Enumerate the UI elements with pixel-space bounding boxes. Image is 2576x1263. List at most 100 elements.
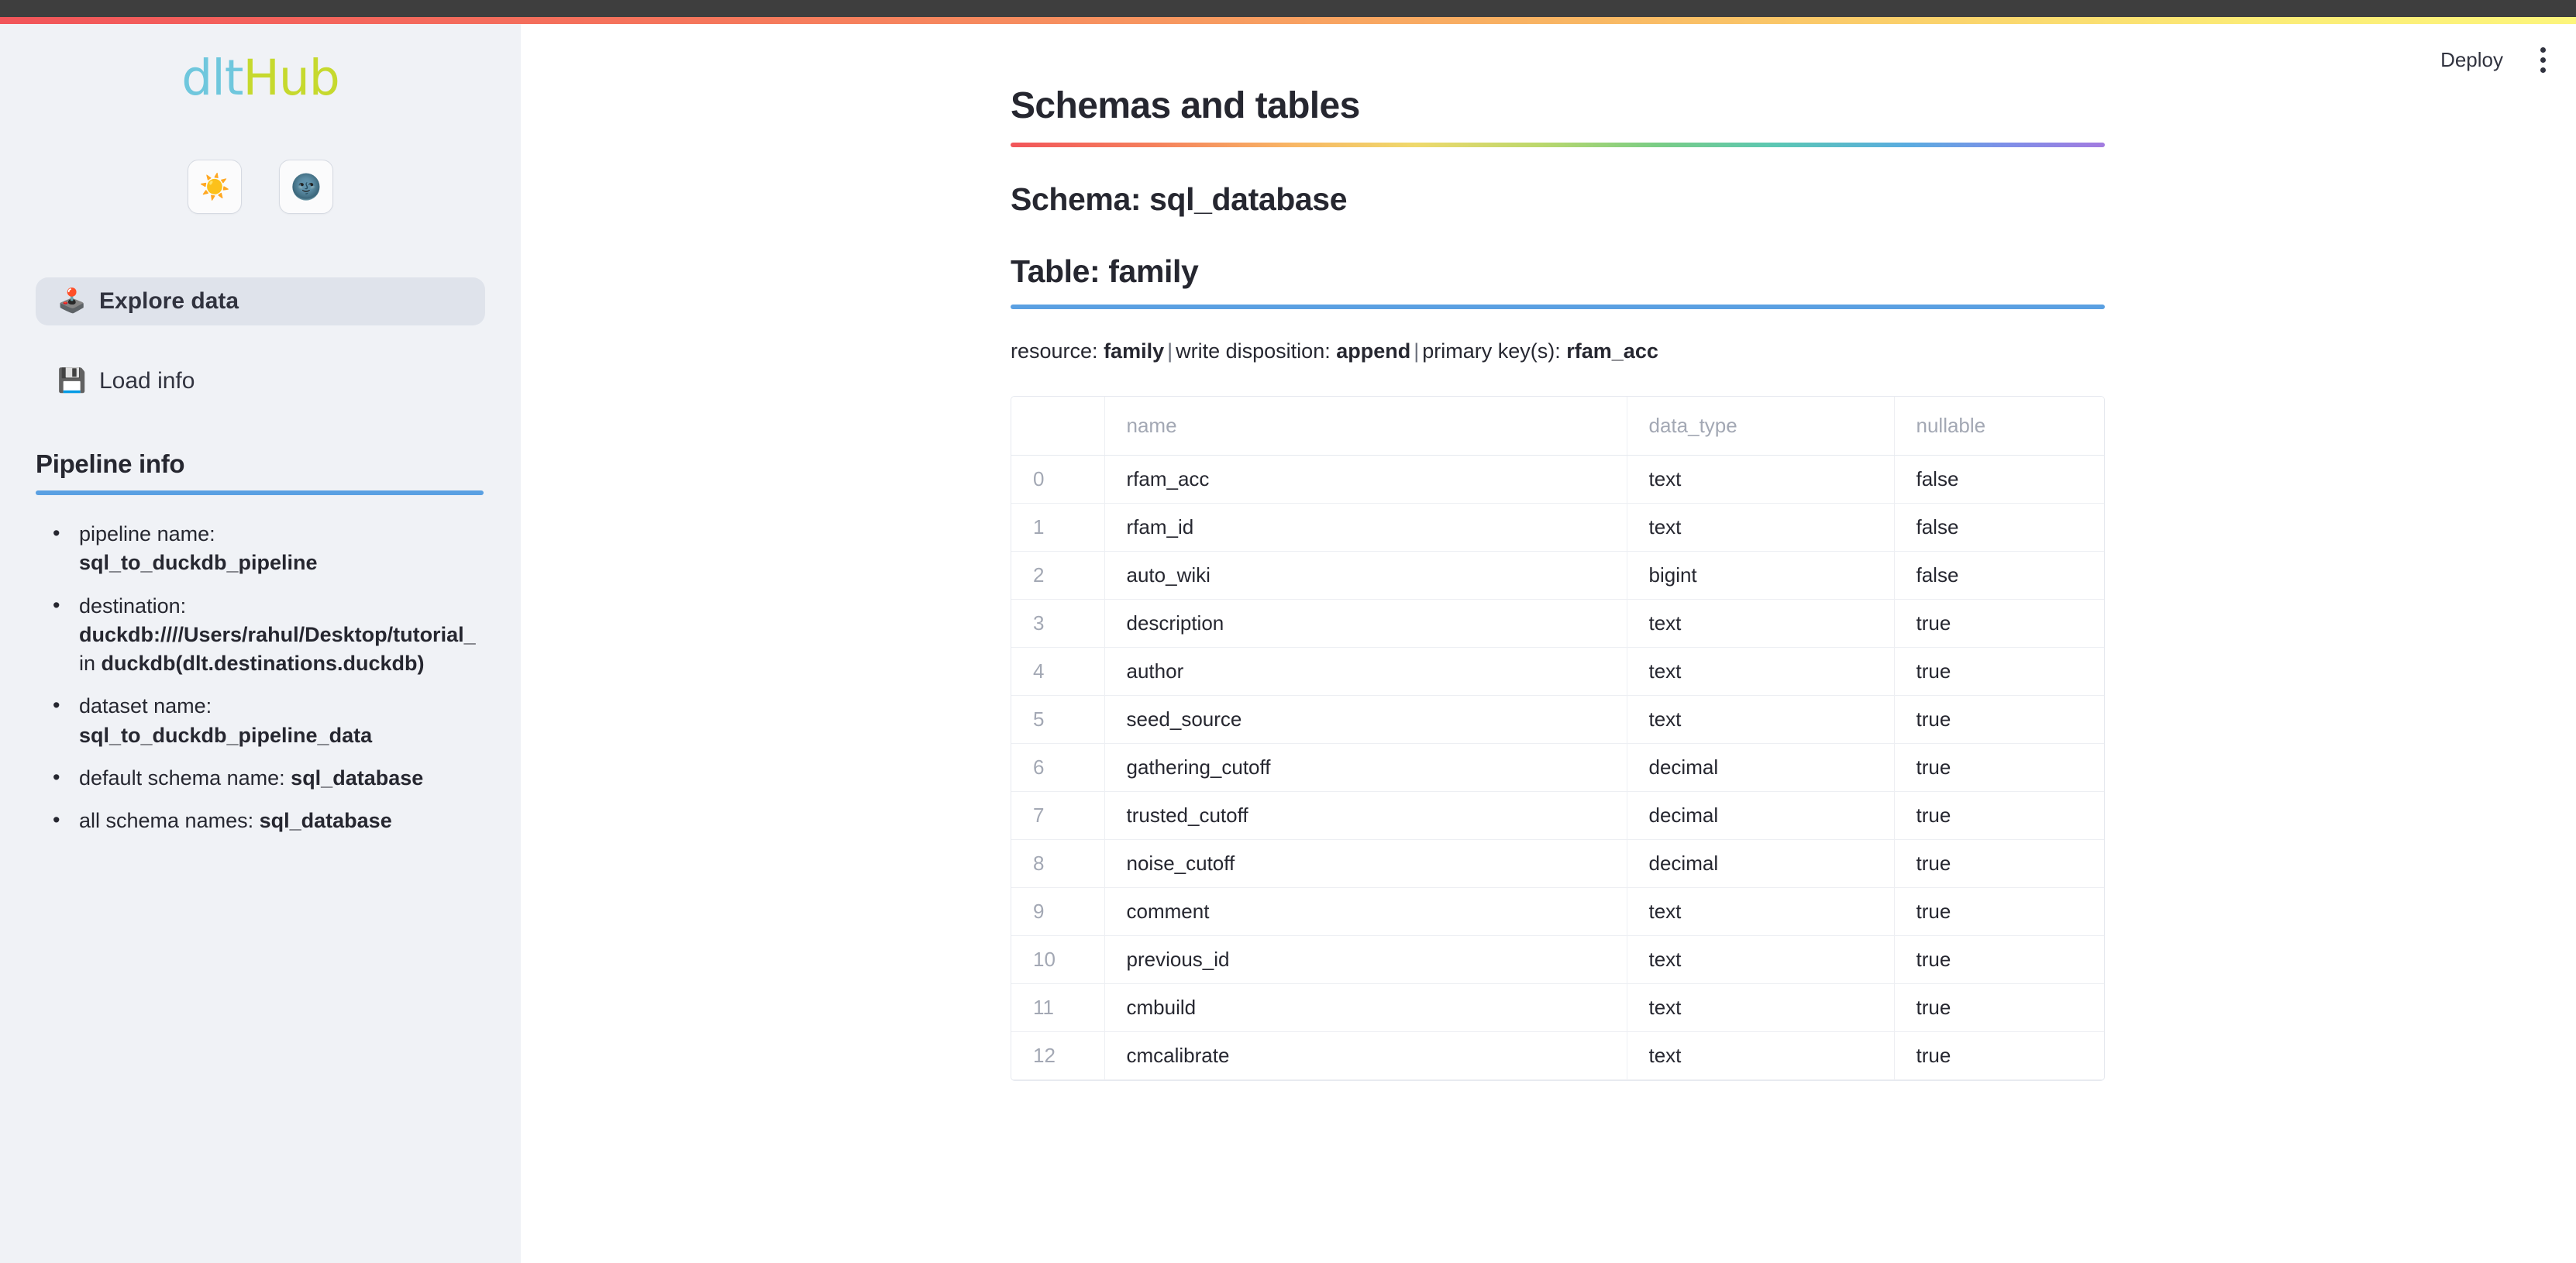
table-row: 11 cmbuild text true [1011, 983, 2104, 1033]
cell-name: gathering_cutoff [1104, 743, 1627, 793]
schema-dataframe[interactable]: name data_type nullable 0 rfam_acc text fal… [1011, 396, 2105, 1082]
top-dark-bar [0, 0, 2576, 17]
cell-nullable: true [1894, 791, 2104, 841]
all-schemas-label: all schema names: [79, 809, 254, 832]
resource-separator-1: | [1167, 339, 1173, 363]
table-row: 2 auto_wiki bigint false [1011, 551, 2104, 601]
row-index-cell: 12 [1011, 1031, 1105, 1081]
cell-data-type: text [1627, 647, 1895, 697]
row-index-cell: 2 [1011, 551, 1105, 601]
table-row: 5 seed_source text true [1011, 695, 2104, 745]
cell-nullable: true [1894, 1031, 2104, 1081]
column-header-nullable[interactable]: nullable [1894, 397, 2104, 456]
cell-data-type: text [1627, 455, 1895, 504]
table-row: 3 description text true [1011, 599, 2104, 649]
table-row: 6 gathering_cutoff decimal true [1011, 743, 2104, 793]
resource-meta-line: resource: family | write disposition: appe… [1011, 337, 2576, 367]
content-column: Schemas and tables Schema: sql_database … [521, 24, 2576, 1263]
destination-value: duckdb:////Users/rahul/Desktop/tutorial_ [79, 622, 476, 646]
cell-data-type: decimal [1627, 743, 1895, 793]
cell-data-type: decimal [1627, 839, 1895, 889]
table-heading: Table: family [1011, 253, 1199, 290]
row-index-cell: 9 [1011, 887, 1105, 937]
list-item: destination: duckdb:////Users/rahul/Desk… [36, 591, 521, 679]
app-root: dltHub ☀️ 🌚 🕹️ Explore data 💾 Load info … [0, 0, 2576, 1263]
cell-name: cmbuild [1104, 983, 1627, 1033]
cell-name: author [1104, 647, 1627, 697]
table-header: name data_type nullable [1011, 397, 2104, 456]
row-index-cell: 6 [1011, 743, 1105, 793]
row-index-cell: 0 [1011, 455, 1105, 504]
table-heading-rule [1011, 305, 2105, 310]
pipeline-name-label: pipeline name: [79, 522, 215, 545]
column-header-name[interactable]: name [1104, 397, 1627, 456]
row-index-cell: 8 [1011, 839, 1105, 889]
sidebar-item-load-info[interactable]: 💾 Load info [36, 357, 485, 405]
cell-nullable: false [1894, 551, 2104, 601]
theme-toggle-group: ☀️ 🌚 [0, 160, 521, 214]
sidebar: dltHub ☀️ 🌚 🕹️ Explore data 💾 Load info … [0, 24, 521, 1263]
primary-key-value: rfam_acc [1566, 339, 1658, 363]
cell-name: previous_id [1104, 935, 1627, 985]
default-schema-value: sql_database [291, 766, 424, 790]
resource-value: family [1104, 339, 1165, 363]
app-logo: dltHub [0, 53, 521, 102]
cell-name: description [1104, 599, 1627, 649]
dataset-name-label: dataset name: [79, 694, 212, 718]
light-theme-button[interactable]: ☀️ [188, 160, 242, 214]
cell-name: rfam_acc [1104, 455, 1627, 504]
cell-name: seed_source [1104, 695, 1627, 745]
cell-data-type: bigint [1627, 551, 1895, 601]
table-row: 4 author text true [1011, 647, 2104, 697]
sun-icon: ☀️ [199, 172, 230, 201]
sidebar-item-explore-data[interactable]: 🕹️ Explore data [36, 277, 485, 325]
schema-heading: Schema: sql_database [1011, 181, 1348, 218]
column-header-index[interactable] [1011, 397, 1105, 456]
list-item: all schema names: sql_database [36, 806, 521, 835]
cell-nullable: true [1894, 647, 2104, 697]
row-index-cell: 11 [1011, 983, 1105, 1033]
cell-nullable: false [1894, 503, 2104, 552]
list-item: default schema name: sql_database [36, 763, 521, 793]
column-header-data-type[interactable]: data_type [1627, 397, 1895, 456]
sidebar-item-label-load-info: Load info [99, 368, 195, 394]
floppy-disk-icon: 💾 [57, 367, 87, 394]
main-content: Deploy Schemas and tables Schema: sql_da… [521, 24, 2576, 1263]
row-index-cell: 1 [1011, 503, 1105, 552]
cell-data-type: text [1627, 503, 1895, 552]
logo-text-dlt: dlt [181, 50, 243, 106]
destination-label: destination: [79, 594, 187, 618]
default-schema-label: default schema name: [79, 766, 285, 790]
destination-in-prefix: in [79, 652, 102, 675]
write-disposition-label: write disposition: [1176, 339, 1337, 363]
list-item: pipeline name: sql_to_duckdb_pipeline [36, 519, 521, 578]
pipeline-info-rule [36, 490, 484, 495]
dark-theme-button[interactable]: 🌚 [279, 160, 333, 214]
table-row: 9 comment text true [1011, 887, 2104, 937]
cell-nullable: true [1894, 599, 2104, 649]
table-body: 0 rfam_acc text false 1 rfam_id text false 2 auto… [1011, 455, 2104, 1081]
cell-data-type: text [1627, 983, 1895, 1033]
cell-nullable: true [1894, 983, 2104, 1033]
schema-table: name data_type nullable 0 rfam_acc text fal… [1011, 397, 2104, 1081]
resource-label: resource: [1011, 339, 1104, 363]
cell-data-type: text [1627, 599, 1895, 649]
row-index-cell: 3 [1011, 599, 1105, 649]
table-row: 0 rfam_acc text false [1011, 455, 2104, 504]
pipeline-info-title: Pipeline info [36, 449, 185, 478]
all-schemas-value: sql_database [259, 809, 392, 832]
primary-key-label: primary key(s): [1422, 339, 1567, 363]
cell-name: comment [1104, 887, 1627, 937]
row-index-cell: 4 [1011, 647, 1105, 697]
cell-data-type: text [1627, 1031, 1895, 1081]
cell-name: noise_cutoff [1104, 839, 1627, 889]
page-title-rainbow-rule [1011, 143, 2105, 148]
table-row: 8 noise_cutoff decimal true [1011, 839, 2104, 889]
cell-nullable: true [1894, 935, 2104, 985]
row-index-cell: 5 [1011, 695, 1105, 745]
cell-data-type: text [1627, 887, 1895, 937]
top-gradient-strip [0, 17, 2576, 24]
table-row: 12 cmcalibrate text true [1011, 1031, 2104, 1081]
row-index-cell: 7 [1011, 791, 1105, 841]
cell-nullable: true [1894, 887, 2104, 937]
